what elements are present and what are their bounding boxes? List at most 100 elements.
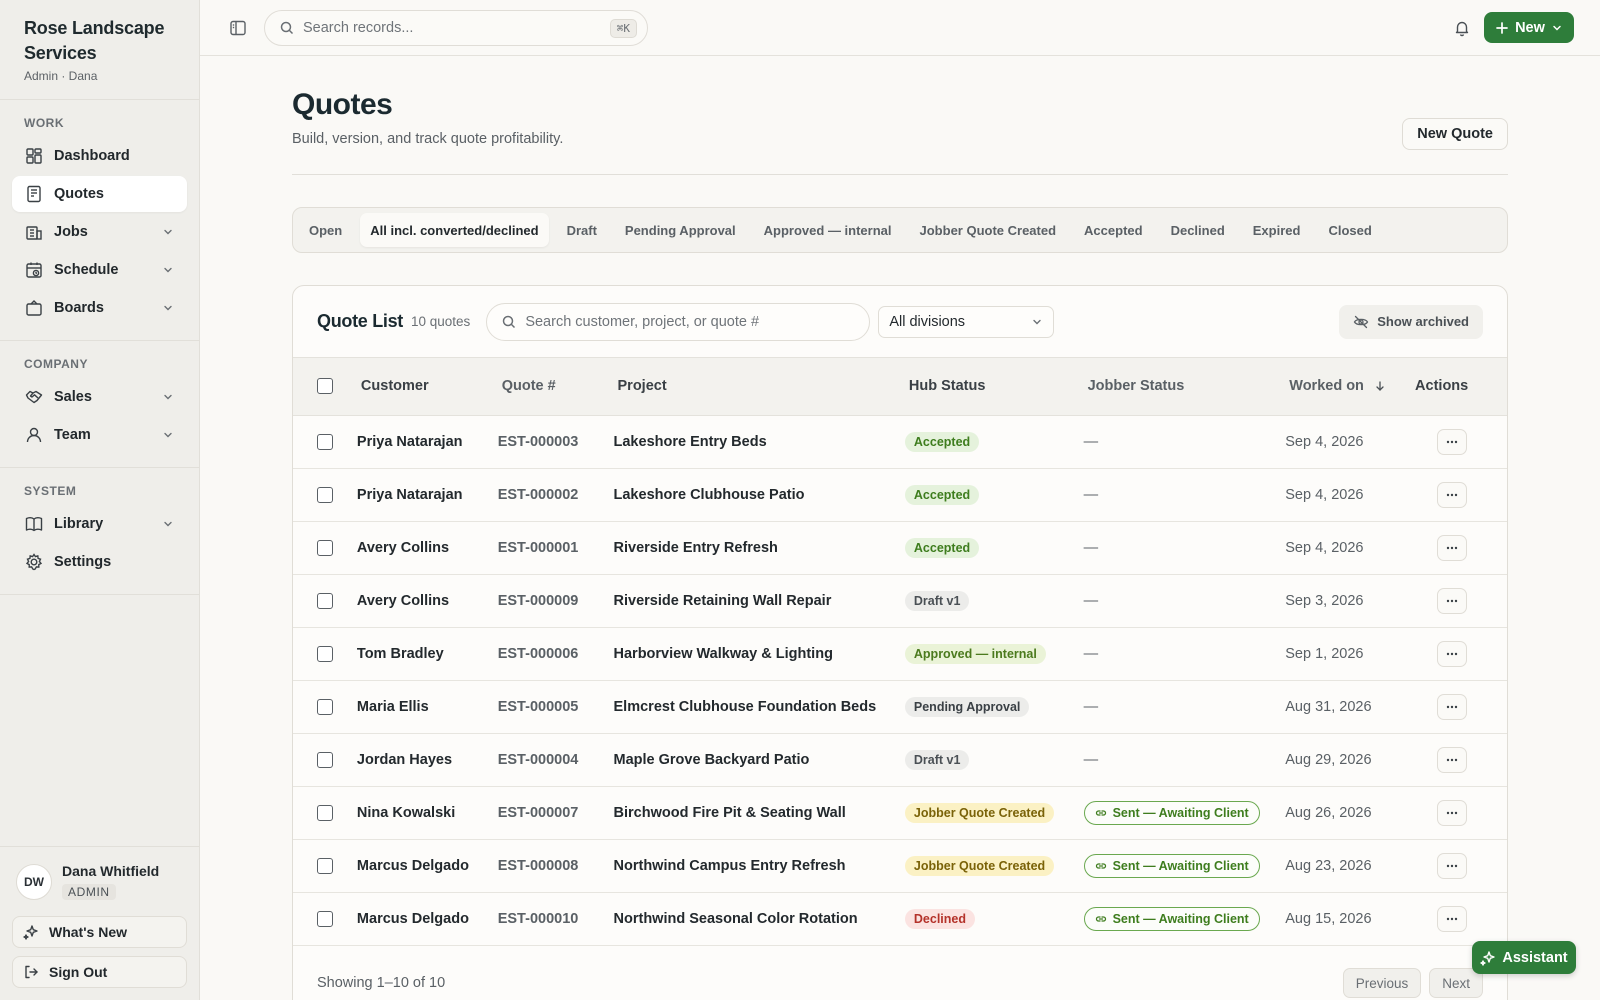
chevron-down-icon[interactable] bbox=[161, 390, 175, 404]
show-archived-button[interactable]: Show archived bbox=[1339, 304, 1483, 339]
new-button[interactable]: New bbox=[1484, 12, 1574, 43]
tab-open[interactable]: Open bbox=[299, 213, 352, 247]
tab-declined[interactable]: Declined bbox=[1161, 213, 1235, 247]
quote-number-cell[interactable]: EST-000007 bbox=[498, 786, 614, 839]
project-cell[interactable]: Lakeshore Entry Beds bbox=[614, 415, 905, 468]
chevron-down-icon[interactable] bbox=[161, 263, 175, 277]
sidebar-item-library[interactable]: Library bbox=[12, 506, 187, 542]
tab-closed[interactable]: Closed bbox=[1318, 213, 1381, 247]
row-actions-button[interactable] bbox=[1437, 693, 1468, 720]
sidebar-item-sales[interactable]: Sales bbox=[12, 379, 187, 415]
row-checkbox[interactable] bbox=[317, 751, 333, 768]
column-worked-on[interactable]: Worked on bbox=[1285, 358, 1415, 415]
quote-number-cell[interactable]: EST-000002 bbox=[498, 468, 614, 521]
chevron-down-icon[interactable] bbox=[161, 225, 175, 239]
whats-new-button[interactable]: What's New bbox=[12, 916, 187, 948]
row-checkbox[interactable] bbox=[317, 857, 333, 874]
sidebar-item-team[interactable]: Team bbox=[12, 417, 187, 453]
chevron-down-icon[interactable] bbox=[161, 428, 175, 442]
global-search-input[interactable]: Search records... ⌘K bbox=[264, 10, 648, 46]
table-row[interactable]: Priya Natarajan EST-000002 Lakeshore Clubh… bbox=[293, 468, 1507, 521]
quote-number-cell[interactable]: EST-000009 bbox=[498, 574, 614, 627]
row-checkbox[interactable] bbox=[317, 910, 333, 927]
new-quote-button[interactable]: New Quote bbox=[1402, 118, 1508, 150]
table-row[interactable]: Priya Natarajan EST-000003 Lakeshore Entry… bbox=[293, 415, 1507, 468]
project-cell[interactable]: Birchwood Fire Pit & Seating Wall bbox=[614, 786, 905, 839]
assistant-button[interactable]: Assistant bbox=[1472, 941, 1576, 974]
project-cell[interactable]: Harborview Walkway & Lighting bbox=[614, 627, 905, 680]
chevron-down-icon[interactable] bbox=[161, 301, 175, 315]
jobber-status-text: Sent — Awaiting Client bbox=[1112, 858, 1249, 873]
row-checkbox[interactable] bbox=[317, 645, 333, 662]
sign-out-button[interactable]: Sign Out bbox=[12, 956, 187, 988]
tab-expired[interactable]: Expired bbox=[1243, 213, 1311, 247]
row-checkbox[interactable] bbox=[317, 592, 333, 609]
table-row[interactable]: Tom Bradley EST-000006 Harborview Walkway … bbox=[293, 627, 1507, 680]
column-hub-status[interactable]: Hub Status bbox=[905, 358, 1084, 415]
project-cell[interactable]: Northwind Campus Entry Refresh bbox=[614, 839, 905, 892]
project-cell[interactable]: Riverside Entry Refresh bbox=[614, 521, 905, 574]
row-actions-button[interactable] bbox=[1437, 746, 1468, 773]
row-actions-button[interactable] bbox=[1437, 481, 1468, 508]
search-icon bbox=[501, 314, 517, 330]
select-all-checkbox[interactable] bbox=[317, 378, 333, 395]
previous-button[interactable]: Previous bbox=[1342, 968, 1422, 998]
row-actions-button[interactable] bbox=[1437, 428, 1468, 455]
sidebar-item-schedule[interactable]: Schedule bbox=[12, 252, 187, 288]
more-horizontal-icon bbox=[1445, 435, 1459, 449]
table-row[interactable]: Marcus Delgado EST-000010 Northwind Season… bbox=[293, 892, 1507, 945]
project-cell[interactable]: Elmcrest Clubhouse Foundation Beds bbox=[614, 680, 905, 733]
quote-search-input[interactable]: Search customer, project, or quote # bbox=[486, 302, 871, 341]
column-jobber-status[interactable]: Jobber Status bbox=[1084, 358, 1286, 415]
table-row[interactable]: Avery Collins EST-000001 Riverside Entry R… bbox=[293, 521, 1507, 574]
row-actions-button[interactable] bbox=[1437, 534, 1468, 561]
table-row[interactable]: Jordan Hayes EST-000004 Maple Grove Backya… bbox=[293, 733, 1507, 786]
chevron-down-icon[interactable] bbox=[161, 517, 175, 531]
row-checkbox[interactable] bbox=[317, 804, 333, 821]
bell-icon[interactable] bbox=[1452, 18, 1472, 38]
tab-jobber-quote-created[interactable]: Jobber Quote Created bbox=[910, 213, 1067, 247]
tab-approved-internal[interactable]: Approved — internal bbox=[754, 213, 902, 247]
column-customer[interactable]: Customer bbox=[357, 358, 498, 415]
table-row[interactable]: Avery Collins EST-000009 Riverside Retaini… bbox=[293, 574, 1507, 627]
row-actions-button[interactable] bbox=[1437, 640, 1468, 667]
row-checkbox[interactable] bbox=[317, 698, 333, 715]
table-row[interactable]: Marcus Delgado EST-000008 Northwind Campus… bbox=[293, 839, 1507, 892]
tab-accepted[interactable]: Accepted bbox=[1074, 213, 1153, 247]
row-checkbox[interactable] bbox=[317, 539, 333, 556]
sidebar-item-settings[interactable]: Settings bbox=[12, 544, 187, 580]
sidebar-toggle-icon[interactable] bbox=[228, 18, 248, 38]
column-quote[interactable]: Quote # bbox=[498, 358, 614, 415]
sidebar-item-quotes[interactable]: Quotes bbox=[12, 176, 187, 212]
project-cell[interactable]: Maple Grove Backyard Patio bbox=[614, 733, 905, 786]
sidebar-item-dashboard[interactable]: Dashboard bbox=[12, 138, 187, 174]
table-row[interactable]: Nina Kowalski EST-000007 Birchwood Fire Pi… bbox=[293, 786, 1507, 839]
quote-number-cell[interactable]: EST-000004 bbox=[498, 733, 614, 786]
user-profile[interactable]: DW Dana Whitfield ADMIN bbox=[12, 859, 187, 908]
quote-number-cell[interactable]: EST-000001 bbox=[498, 521, 614, 574]
quote-number-cell[interactable]: EST-000006 bbox=[498, 627, 614, 680]
project-cell[interactable]: Lakeshore Clubhouse Patio bbox=[614, 468, 905, 521]
row-checkbox[interactable] bbox=[317, 486, 333, 503]
row-checkbox[interactable] bbox=[317, 433, 333, 450]
link-icon bbox=[1095, 913, 1107, 925]
project-cell[interactable]: Riverside Retaining Wall Repair bbox=[614, 574, 905, 627]
more-horizontal-icon bbox=[1445, 541, 1459, 555]
project-cell[interactable]: Northwind Seasonal Color Rotation bbox=[614, 892, 905, 945]
division-select[interactable]: All divisions bbox=[878, 305, 1055, 338]
row-actions-button[interactable] bbox=[1437, 905, 1468, 932]
table-row[interactable]: Maria Ellis EST-000005 Elmcrest Clubhouse … bbox=[293, 680, 1507, 733]
quote-number-cell[interactable]: EST-000005 bbox=[498, 680, 614, 733]
quote-number-cell[interactable]: EST-000003 bbox=[498, 415, 614, 468]
column-project[interactable]: Project bbox=[614, 358, 905, 415]
quote-number-cell[interactable]: EST-000010 bbox=[498, 892, 614, 945]
row-actions-button[interactable] bbox=[1437, 852, 1468, 879]
row-actions-button[interactable] bbox=[1437, 587, 1468, 614]
tab-all-incl-converted-declined[interactable]: All incl. converted/declined bbox=[360, 213, 549, 247]
quote-number-cell[interactable]: EST-000008 bbox=[498, 839, 614, 892]
tab-draft[interactable]: Draft bbox=[557, 213, 607, 247]
tab-pending-approval[interactable]: Pending Approval bbox=[615, 213, 746, 247]
sidebar-item-jobs[interactable]: Jobs bbox=[12, 214, 187, 250]
row-actions-button[interactable] bbox=[1437, 799, 1468, 826]
sidebar-item-boards[interactable]: Boards bbox=[12, 290, 187, 326]
